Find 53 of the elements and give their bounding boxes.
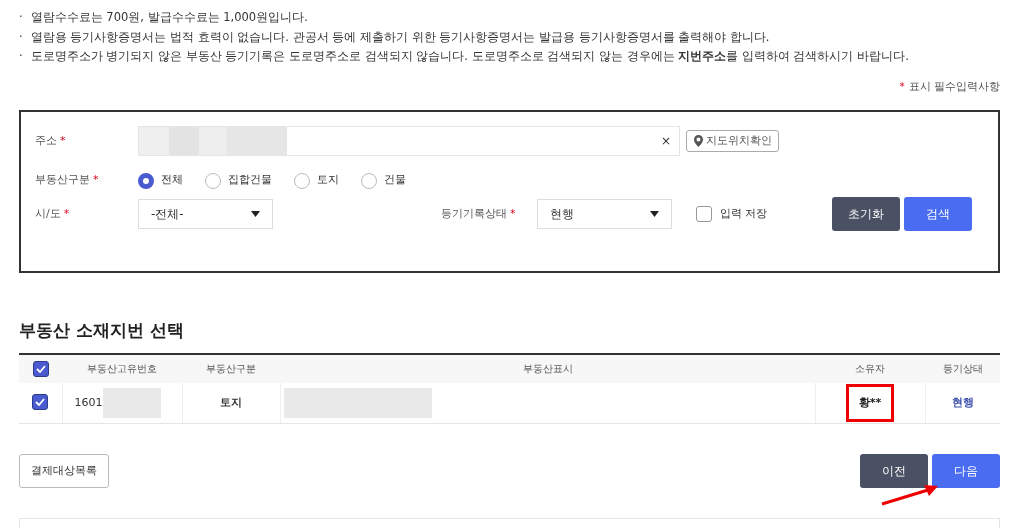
note-text: 열람용 등기사항증명서는 법적 효력이 없습니다. 관공서 등에 제출하기 위한 등기사항증명서는 발급용 등기사항증명서를 출력해야 합니다.: [30, 29, 770, 44]
section-title: 부동산 소재지번 선택: [19, 319, 185, 343]
next-button[interactable]: 다음: [932, 454, 1000, 489]
status-link[interactable]: 현행: [951, 395, 974, 409]
required-mark: *: [899, 79, 905, 92]
owner-cell: 황**: [845, 383, 895, 423]
legend-text: 표시 필수입력사항: [908, 79, 1000, 92]
field-label: 주소: [35, 134, 57, 147]
radio-button[interactable]: [138, 172, 154, 189]
checkbox[interactable]: [32, 360, 49, 377]
payment-list-button[interactable]: 결제대상목록: [19, 454, 109, 489]
radio-label[interactable]: 집합건물: [228, 172, 272, 189]
bullet: ·: [19, 10, 23, 24]
table-cell-text: 1601: [74, 394, 103, 411]
bullet: ·: [19, 49, 23, 63]
field-label: 부동산구분: [35, 173, 90, 187]
note-text: 도로명주소가 병기되지 않은 부동산 등기기록은 도로명주소로 검색되지 않습니다. 도로명주소로 검색되지 않는 경우에는 지번주소를 입력하여 검색하시기 바랍니다.: [30, 49, 909, 63]
required-mark: *: [60, 134, 66, 147]
masked-area: [169, 127, 199, 156]
region-dropdown[interactable]: -전체-: [138, 198, 273, 229]
address-field[interactable]: ×: [138, 126, 680, 157]
masked-area: [139, 127, 169, 156]
field-label: 등기기록상태: [441, 206, 507, 220]
required-mark: *: [510, 206, 516, 220]
required-mark: *: [93, 173, 99, 187]
search-button[interactable]: 검색: [904, 196, 972, 231]
column-header: 소유자: [815, 353, 925, 383]
arrow-annotation: [880, 482, 940, 507]
note-text: 열람수수료는 700원, 발급수수료는 1,000원입니다.: [30, 10, 308, 24]
radio-label[interactable]: 전체: [161, 172, 183, 189]
reset-button[interactable]: 초기화: [832, 196, 900, 231]
column-header: 부동산고유번호: [62, 353, 182, 383]
clear-button[interactable]: ×: [660, 132, 671, 151]
caret-icon: [650, 210, 659, 217]
check-icon: [35, 398, 46, 407]
checkbox[interactable]: [696, 205, 712, 222]
status-dropdown[interactable]: 현행: [537, 198, 672, 229]
map-pin-icon: [693, 134, 704, 148]
caret-icon: [251, 210, 260, 217]
radio-label[interactable]: 건물: [384, 172, 406, 189]
checkbox-label[interactable]: 입력 저장: [720, 205, 768, 222]
required-mark: *: [63, 206, 70, 220]
check-icon: [35, 364, 46, 373]
previous-button[interactable]: 이전: [860, 454, 928, 489]
column-header: 등기상태: [925, 353, 1000, 383]
column-header: 부동산표시: [280, 353, 815, 383]
column-header: 부동산구분: [182, 353, 280, 383]
radio-label[interactable]: 토지: [317, 172, 339, 189]
checkbox[interactable]: [32, 394, 49, 411]
table-cell: 토지: [182, 382, 280, 424]
field-label: 시/도: [35, 206, 61, 220]
bullet: ·: [19, 29, 23, 44]
map-location-button[interactable]: 지도위치확인: [686, 130, 779, 153]
